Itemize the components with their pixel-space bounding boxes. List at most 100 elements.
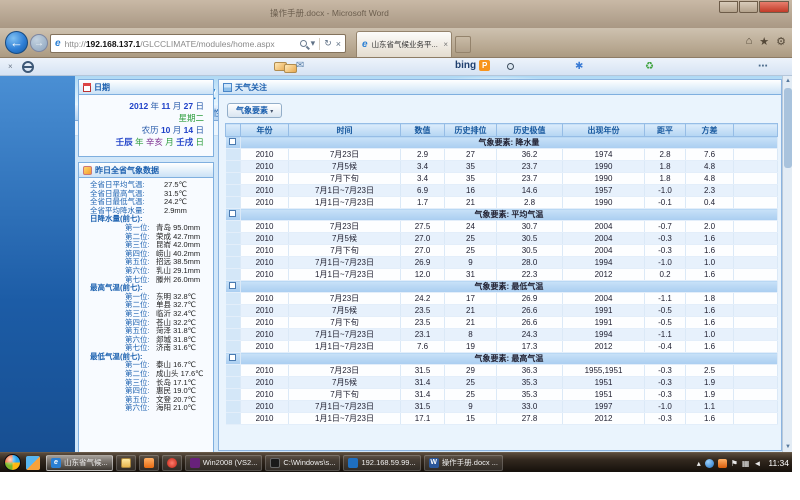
maximize-button[interactable] xyxy=(739,1,758,13)
table-row[interactable]: 20101月1日~7月23日7.61917.32012-0.41.6 xyxy=(226,341,778,353)
cell-5: 2012 xyxy=(563,269,645,281)
cell-0: 2010 xyxy=(241,317,289,329)
row-filler-cell xyxy=(734,245,778,257)
quick-launch-icon[interactable] xyxy=(26,456,40,470)
table-row[interactable]: 20107月5候3.43523.719901.84.8 xyxy=(226,161,778,173)
row-filler-cell xyxy=(734,197,778,209)
home-icon[interactable]: ⌂ xyxy=(746,35,753,48)
group-checkbox[interactable] xyxy=(229,138,236,145)
table-row[interactable]: 20107月1日~7月23日6.91614.61957-1.02.3 xyxy=(226,185,778,197)
recycle-icon[interactable]: ♻ xyxy=(645,61,654,72)
element-filter-button[interactable]: 气象要素 ▾ xyxy=(227,103,282,118)
cell-5: 1997 xyxy=(563,401,645,413)
cell-1: 7月23日 xyxy=(289,365,401,377)
table-row[interactable]: 20107月23日27.52430.72004-0.72.0 xyxy=(226,221,778,233)
cell-6: -0.7 xyxy=(645,221,686,233)
taskbar-task-7[interactable]: W操作手册.docx ... xyxy=(424,455,503,471)
page-favicon: e xyxy=(55,38,61,49)
taskbar-task-3[interactable] xyxy=(162,455,182,471)
rank-row: 第六位:海阳 21.0℃ xyxy=(79,404,213,413)
back-button[interactable]: ← xyxy=(5,31,28,54)
cell-3: 24 xyxy=(445,221,497,233)
start-button[interactable] xyxy=(4,454,21,471)
tab-close-icon[interactable]: × xyxy=(443,40,448,49)
scrollbar-thumb[interactable] xyxy=(784,88,792,168)
row-leading-cell xyxy=(226,389,241,401)
close-button[interactable] xyxy=(759,1,789,13)
table-row[interactable]: 20107月5候27.02530.52004-0.31.6 xyxy=(226,233,778,245)
table-row[interactable]: 20107月下旬23.52126.61991-0.51.6 xyxy=(226,317,778,329)
table-row[interactable]: 20107月23日31.52936.31955,1951-0.32.5 xyxy=(226,365,778,377)
table-row[interactable]: 20107月下旬27.02530.52004-0.31.6 xyxy=(226,245,778,257)
cell-0: 2010 xyxy=(241,329,289,341)
table-row[interactable]: 20107月5候23.52126.61991-0.51.6 xyxy=(226,305,778,317)
spark-icon[interactable]: ✱ xyxy=(575,61,583,72)
table-row[interactable]: 20107月23日24.21726.92004-1.11.8 xyxy=(226,293,778,305)
weather-table-panel: 天气关注 气象要素 ▾ 年份时间数值历史排位历史极值出现年份距平方差 气象要素:… xyxy=(218,79,782,451)
tray-network-icon[interactable]: ▦ xyxy=(742,459,750,468)
taskbar-clock[interactable]: 11:34 xyxy=(768,458,789,468)
blocker-icon[interactable] xyxy=(22,61,34,73)
minimize-button[interactable] xyxy=(719,1,738,13)
group-checkbox[interactable] xyxy=(229,282,236,289)
tray-flag-icon[interactable]: ⚑ xyxy=(731,459,738,468)
mail-icon[interactable]: ✉ xyxy=(296,60,304,71)
tray-network-globe-icon[interactable] xyxy=(705,459,714,468)
bing-logo[interactable]: bing P xyxy=(455,60,490,71)
new-tab-button[interactable] xyxy=(455,36,471,53)
cell-1: 1月1日~7月23日 xyxy=(289,413,401,425)
taskbar-task-2[interactable] xyxy=(139,455,159,471)
cell-1: 7月23日 xyxy=(289,293,401,305)
cell-1: 1月1日~7月23日 xyxy=(289,197,401,209)
row-filler-cell xyxy=(734,305,778,317)
stop-icon[interactable]: × xyxy=(336,39,341,49)
group-label: 气象要素: 平均气温 xyxy=(241,209,778,221)
table-row[interactable]: 20101月1日~7月23日17.11527.82012-0.31.6 xyxy=(226,413,778,425)
taskbar-task-5[interactable]: C:\Windows\s... xyxy=(265,455,340,471)
tray-expand-icon[interactable]: ▴ xyxy=(697,459,701,468)
row-leading-cell xyxy=(226,233,241,245)
taskbar-task-4[interactable]: Win2008 (VS2... xyxy=(185,455,263,471)
taskbar-task-6[interactable]: 192.168.59.99... xyxy=(343,455,420,471)
tray-security-icon[interactable] xyxy=(718,459,727,468)
forward-button[interactable]: → xyxy=(30,34,48,52)
cell-6: -0.4 xyxy=(645,341,686,353)
group-checkbox[interactable] xyxy=(229,354,236,361)
table-row[interactable]: 20101月1日~7月23日1.7212.81990-0.10.4 xyxy=(226,197,778,209)
cell-5: 1991 xyxy=(563,317,645,329)
taskbar-task-0[interactable]: e山东省气候... xyxy=(46,455,113,471)
table-row[interactable]: 20107月23日2.92736.219742.87.6 xyxy=(226,149,778,161)
calendar-panel-title: 日期 xyxy=(94,82,110,93)
taskbar-task-1[interactable] xyxy=(116,455,136,471)
browser-tab[interactable]: e 山东省气候业务平... × xyxy=(356,31,452,57)
cell-2: 31.4 xyxy=(401,377,445,389)
toolbar-overflow-icon[interactable]: ⋯ xyxy=(758,61,768,72)
search-dropdown-icon[interactable]: ▾ xyxy=(311,38,316,49)
calendar-text: 年 xyxy=(148,101,161,111)
table-row[interactable]: 20101月1日~7月23日12.03122.320120.21.6 xyxy=(226,269,778,281)
word-icon: W xyxy=(429,458,439,468)
row-leading-cell xyxy=(226,413,241,425)
cell-3: 16 xyxy=(445,185,497,197)
address-bar[interactable]: e http://192.168.137.1/GLCCLIMATE/module… xyxy=(50,34,346,53)
vertical-scrollbar[interactable]: ▲ ▼ xyxy=(782,76,792,452)
cell-2: 3.4 xyxy=(401,173,445,185)
group-label: 气象要素: 最高气温 xyxy=(241,353,778,365)
refresh-icon[interactable]: ↻ xyxy=(324,38,332,49)
tools-gear-icon[interactable]: ⚙ xyxy=(776,35,786,48)
calendar-text: 年 xyxy=(133,137,146,147)
toolbar-close-icon[interactable]: × xyxy=(8,62,13,71)
table-row[interactable]: 20107月1日~7月23日31.5933.01997-1.01.1 xyxy=(226,401,778,413)
table-row[interactable]: 20107月1日~7月23日26.9928.01994-1.01.0 xyxy=(226,257,778,269)
cell-4: 26.6 xyxy=(497,317,563,329)
tray-volume-icon[interactable]: ◄ xyxy=(753,459,761,468)
table-row[interactable]: 20107月5候31.42535.31951-0.31.9 xyxy=(226,377,778,389)
table-row[interactable]: 20107月下旬3.43523.719901.84.8 xyxy=(226,173,778,185)
favorites-star-icon[interactable]: ★ xyxy=(759,35,769,48)
table-row[interactable]: 20107月1日~7月23日23.1824.31994-1.11.0 xyxy=(226,329,778,341)
table-row[interactable]: 20107月下旬31.42535.31951-0.31.9 xyxy=(226,389,778,401)
cell-0: 2010 xyxy=(241,377,289,389)
group-checkbox[interactable] xyxy=(229,210,236,217)
cell-7: 1.0 xyxy=(686,257,734,269)
search-icon[interactable] xyxy=(300,40,307,47)
